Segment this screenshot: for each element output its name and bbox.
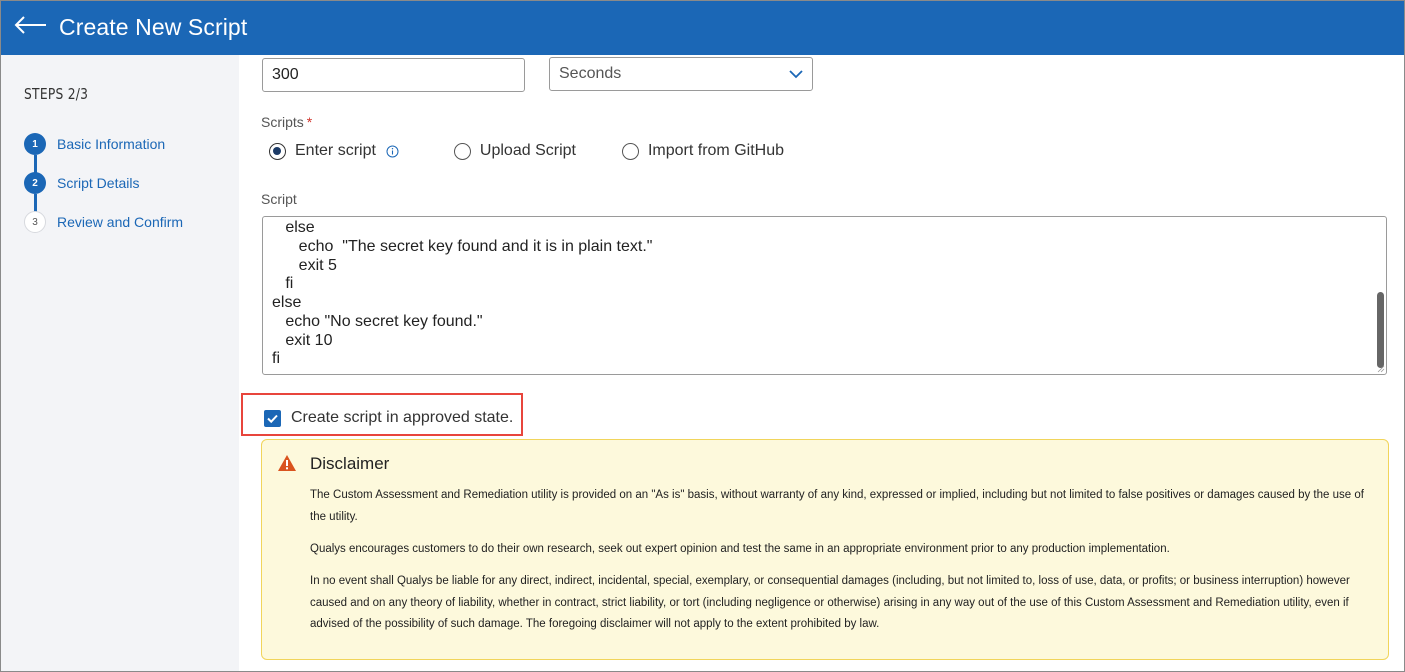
disclaimer-title: Disclaimer — [310, 454, 390, 473]
radio-indicator — [621, 142, 639, 160]
header-bar: Create New Script — [1, 1, 1404, 55]
radio-import-from-github[interactable]: Import from GitHub — [621, 142, 784, 160]
scripts-field-label: Scripts * — [261, 114, 312, 130]
code-line: echo "No secret key found." — [272, 313, 483, 330]
disclaimer-paragraph: In no event shall Qualys be liable for a… — [310, 575, 1350, 630]
step-script-details[interactable]: 2 Script Details — [24, 172, 139, 194]
code-line: else — [272, 219, 315, 236]
script-editor-textarea[interactable]: else echo "The secret key found and it i… — [262, 216, 1387, 375]
step-review-and-confirm[interactable]: 3 Review and Confirm — [24, 211, 183, 233]
timeout-unit-select[interactable]: Seconds — [549, 57, 813, 91]
radio-selected-indicator — [269, 142, 286, 160]
step-number-badge: 1 — [24, 133, 46, 155]
step-label: Script Details — [57, 175, 140, 191]
radio-label: Import from GitHub — [647, 142, 784, 159]
radio-indicator — [453, 142, 471, 160]
checkmark-icon — [267, 414, 278, 424]
warning-icon — [278, 455, 296, 471]
code-line: else — [272, 294, 302, 311]
step-label: Basic Information — [57, 136, 166, 152]
chevron-down-icon — [789, 70, 803, 79]
code-line: exit 10 — [272, 332, 333, 349]
code-line: echo "The secret key found and it is in … — [272, 238, 653, 255]
resize-grip-icon[interactable] — [1377, 365, 1385, 373]
scripts-label-text: Scripts — [261, 114, 304, 130]
disclaimer-paragraph: The Custom Assessment and Remediation ut… — [310, 489, 1364, 523]
approved-state-label: Create script in approved state. — [291, 409, 514, 426]
step-number-badge: 2 — [24, 172, 46, 194]
script-source-radio-group: Enter script Upload Script Import from G… — [269, 140, 830, 162]
disclaimer-panel: Disclaimer The Custom Assessment and Rem… — [261, 439, 1389, 660]
scrollbar-thumb[interactable] — [1377, 292, 1384, 368]
radio-label: Enter script — [295, 142, 376, 159]
step-number-badge: 3 — [24, 211, 46, 233]
app-window: Create New Script STEPS 2/3 1 Basic Info… — [0, 0, 1405, 672]
script-field-label: Script — [261, 191, 297, 207]
step-label: Review and Confirm — [57, 214, 184, 230]
timeout-unit-value: Seconds — [559, 65, 622, 82]
disclaimer-paragraph: Qualys encourages customers to do their … — [310, 543, 1170, 555]
radio-enter-script[interactable]: Enter script — [269, 142, 399, 160]
code-line: exit 5 — [272, 257, 337, 274]
main-content: 300 Seconds Scripts * Enter script Uploa… — [239, 55, 1404, 671]
radio-upload-script[interactable]: Upload Script — [453, 142, 576, 160]
required-marker: * — [306, 114, 313, 130]
info-icon[interactable] — [386, 145, 399, 158]
step-basic-information[interactable]: 1 Basic Information — [24, 133, 165, 155]
steps-sidebar: STEPS 2/3 1 Basic Information 2 Script D… — [1, 55, 239, 671]
code-line: fi — [272, 350, 280, 367]
back-arrow-icon[interactable] — [13, 13, 49, 39]
approved-state-checkbox[interactable] — [264, 410, 281, 427]
radio-label: Upload Script — [479, 142, 576, 159]
page-title: Create New Script — [59, 14, 248, 40]
code-line: fi — [272, 275, 294, 292]
steps-progress-label: STEPS 2/3 — [24, 85, 89, 103]
timeout-value-input[interactable]: 300 — [262, 58, 525, 92]
